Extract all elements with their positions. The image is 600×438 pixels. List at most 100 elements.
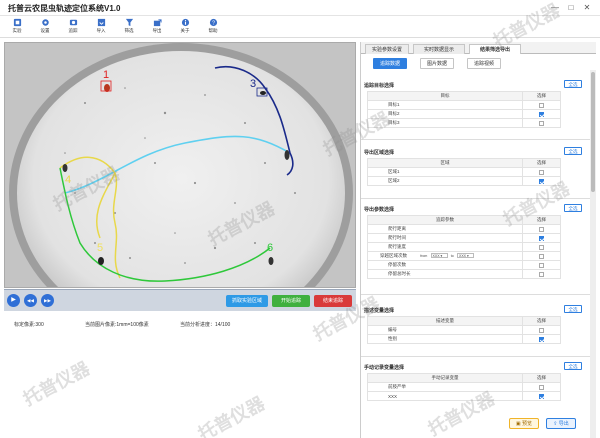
scrollbar-thumb[interactable] bbox=[591, 72, 595, 192]
tab-experiment-params[interactable]: 实验参数设置 bbox=[365, 44, 409, 54]
divider bbox=[361, 198, 590, 199]
regions-select-all-button[interactable]: 全选 bbox=[564, 147, 582, 155]
tab-result-export[interactable]: 结果筛选导出 bbox=[469, 44, 521, 54]
manual-title: 手动记录变量选择 bbox=[364, 365, 405, 371]
toolbar-filter-button[interactable]: 筛选 bbox=[118, 18, 140, 37]
regions-table: 区域 选择 区域1 区域2 bbox=[367, 158, 561, 186]
maximize-button[interactable]: □ bbox=[564, 2, 578, 13]
image-pixel-text: 当前图片像素:1mm=100像素 bbox=[85, 322, 149, 328]
params-title: 导出参数选择 bbox=[364, 207, 395, 213]
preview-button[interactable]: ▣ 预览 bbox=[509, 418, 539, 429]
marker-5-label: 5 bbox=[97, 242, 103, 254]
manual-forelimb-label: 前肢严举 bbox=[367, 382, 523, 392]
toolbar-export-button[interactable]: 导出 bbox=[146, 18, 168, 37]
toolbar-about-button[interactable]: 关于 bbox=[174, 18, 196, 37]
subtab-image-data[interactable]: 图片数据 bbox=[420, 58, 454, 69]
param-distance-checkbox[interactable] bbox=[539, 226, 544, 232]
marker-6-label: 6 bbox=[267, 242, 273, 254]
title-bar: 托普云农昆虫轨迹定位系统V1.0 — □ ✕ bbox=[0, 0, 600, 16]
subtab-track-video[interactable]: 追踪视频 bbox=[467, 58, 501, 69]
toolbar-help-button[interactable]: ? 帮助 bbox=[202, 18, 224, 37]
video-view[interactable]: 1 3 4 5 6 bbox=[4, 42, 356, 288]
param-stops-checkbox[interactable] bbox=[539, 262, 544, 268]
regions-title: 导出区域选择 bbox=[364, 150, 395, 156]
marker-4-label: 4 bbox=[65, 174, 71, 186]
toolbar-settings-button[interactable]: 设置 bbox=[34, 18, 56, 37]
start-track-button[interactable]: 开始追踪 bbox=[272, 295, 310, 307]
target-icon bbox=[69, 19, 77, 26]
capture-region-button[interactable]: 抓取实验区域 bbox=[226, 295, 268, 307]
play-button[interactable]: ▶ bbox=[7, 294, 20, 307]
subtab-track-data[interactable]: 追踪数据 bbox=[373, 58, 407, 69]
target-2-label: 目标2 bbox=[367, 109, 523, 119]
table-row: 目标3 bbox=[367, 118, 561, 128]
param-time-checkbox[interactable] bbox=[539, 235, 544, 241]
range-from-select[interactable]: XXX ▾ bbox=[430, 253, 448, 259]
tracking-canvas: 1 3 4 5 6 bbox=[5, 43, 355, 287]
manual-xxx-checkbox[interactable] bbox=[539, 393, 544, 399]
params-table: 追踪参数 选择 爬行距离 爬行时间 爬行速度 穿越区域次数 from XXX ▾ … bbox=[367, 215, 561, 279]
param-crossings-checkbox[interactable] bbox=[539, 253, 544, 259]
toolbar-track-label: 追踪 bbox=[68, 28, 78, 33]
settings-panel: 实验参数设置 实时数据显示 结果筛选导出 追踪数据 图片数据 追踪视频 追踪目标… bbox=[360, 42, 596, 438]
target-3-checkbox[interactable] bbox=[539, 120, 544, 126]
toolbar-filter-label: 筛选 bbox=[124, 28, 134, 33]
gear-icon bbox=[41, 19, 49, 26]
marker-1-label: 1 bbox=[103, 69, 109, 81]
param-stops-label: 停留次数 bbox=[367, 260, 523, 270]
region-1-checkbox[interactable] bbox=[539, 169, 544, 175]
params-select-header: 选择 bbox=[522, 215, 561, 225]
param-stop-duration-checkbox[interactable] bbox=[539, 271, 544, 277]
close-button[interactable]: ✕ bbox=[580, 2, 594, 13]
insect-6 bbox=[268, 257, 274, 265]
target-1-checkbox[interactable] bbox=[539, 102, 544, 108]
region-2-label: 区域2 bbox=[367, 176, 523, 186]
table-row: 目标2 bbox=[367, 109, 561, 119]
manual-header: 手动记录变量 bbox=[367, 373, 523, 383]
next-frame-button[interactable]: ▶▶ bbox=[41, 294, 54, 307]
manual-select-all-button[interactable]: 全选 bbox=[564, 362, 582, 370]
range-from-label: from bbox=[420, 253, 428, 258]
target-2-checkbox[interactable] bbox=[539, 111, 544, 117]
manual-forelimb-checkbox[interactable] bbox=[539, 384, 544, 390]
panel-tabs: 实验参数设置 实时数据显示 结果筛选导出 bbox=[361, 42, 596, 54]
preview-label: 预览 bbox=[522, 421, 533, 427]
tab-realtime-data[interactable]: 实时数据显示 bbox=[413, 44, 465, 54]
descriptor-sex-checkbox[interactable] bbox=[539, 336, 544, 342]
toolbar-help-label: 帮助 bbox=[208, 28, 218, 33]
toolbar-track-button[interactable]: 追踪 bbox=[62, 18, 84, 37]
table-row: 停留次数 bbox=[367, 260, 561, 270]
descriptor-id-checkbox[interactable] bbox=[539, 327, 544, 333]
descriptors-select-all-button[interactable]: 全选 bbox=[564, 305, 582, 313]
params-select-all-button[interactable]: 全选 bbox=[564, 204, 582, 212]
toolbar-setup-button[interactable]: 实验 bbox=[6, 18, 28, 37]
watermark: 托普仪器 bbox=[19, 358, 94, 411]
manual-select-header: 选择 bbox=[522, 373, 561, 383]
toolbar-about-label: 关于 bbox=[180, 28, 190, 33]
targets-select-all-button[interactable]: 全选 bbox=[564, 80, 582, 88]
param-distance-label: 爬行距离 bbox=[367, 224, 523, 234]
range-to-label: to bbox=[450, 253, 454, 258]
region-1-label: 区域1 bbox=[367, 167, 523, 177]
export-button[interactable]: ⇪ 导出 bbox=[546, 418, 576, 429]
param-speed-label: 爬行速度 bbox=[367, 242, 523, 252]
end-track-button[interactable]: 结束追踪 bbox=[314, 295, 352, 307]
playback-controls: ▶ ◀◀ ▶▶ 抓取实验区域 开始追踪 结束追踪 bbox=[4, 289, 356, 311]
targets-header: 目标 bbox=[367, 91, 523, 101]
help-icon: ? bbox=[209, 18, 217, 27]
minimize-button[interactable]: — bbox=[548, 2, 562, 13]
range-to-select[interactable]: XXX ▾ bbox=[456, 253, 474, 259]
marker-3-label: 3 bbox=[250, 78, 256, 90]
status-line: 标定像素:300 当前图片像素:1mm=100像素 当前分析进度：14/100 bbox=[0, 321, 360, 331]
region-2-checkbox[interactable] bbox=[539, 178, 544, 184]
toolbar-settings-label: 设置 bbox=[40, 28, 50, 33]
panel-scrollbar[interactable] bbox=[590, 70, 596, 438]
toolbar-import-button[interactable]: 导入 bbox=[90, 18, 112, 37]
table-row: 前肢严举 bbox=[367, 382, 561, 392]
param-speed-checkbox[interactable] bbox=[539, 244, 544, 250]
prev-frame-button[interactable]: ◀◀ bbox=[24, 294, 37, 307]
manual-xxx-label: XXX bbox=[367, 391, 523, 401]
progress-text: 当前分析进度：14/100 bbox=[180, 322, 231, 328]
toolbar-setup-label: 实验 bbox=[12, 28, 22, 33]
manual-table: 手动记录变量 选择 前肢严举 XXX bbox=[367, 373, 561, 401]
